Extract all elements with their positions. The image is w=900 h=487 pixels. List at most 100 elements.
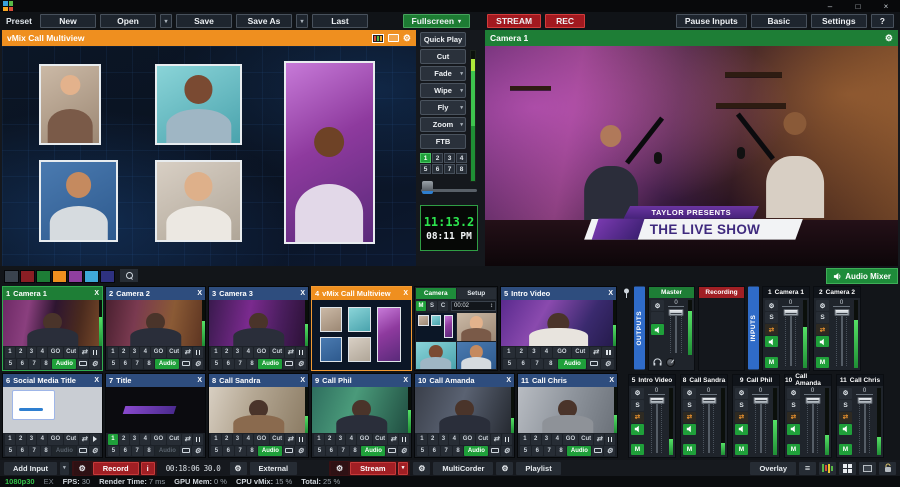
bank-7-button[interactable]: 7 bbox=[338, 446, 349, 457]
channel-bus-routing-icon[interactable]: ⇄ bbox=[816, 324, 829, 335]
help-button[interactable]: ? bbox=[871, 14, 894, 28]
input-header[interactable]: 7 Title X bbox=[106, 374, 205, 387]
bank-7-button[interactable]: 7 bbox=[132, 446, 143, 457]
input-thumbnail[interactable] bbox=[209, 300, 308, 346]
fly-button[interactable]: Fly▾ bbox=[420, 100, 466, 115]
bank-8-button[interactable]: 8 bbox=[350, 446, 361, 457]
pause-inputs-button[interactable]: Pause Inputs bbox=[676, 14, 747, 28]
fullscreen-preview-icon[interactable] bbox=[180, 446, 191, 457]
go-button[interactable]: GO bbox=[553, 347, 570, 358]
overlay-2-button[interactable]: 2 bbox=[16, 434, 26, 445]
cut-button[interactable]: Cut bbox=[420, 49, 466, 64]
program-header[interactable]: Camera 1 ⚙ bbox=[485, 30, 898, 46]
call-setup-tab[interactable]: Setup bbox=[457, 288, 497, 299]
input-close-button[interactable]: X bbox=[94, 377, 99, 384]
channel-speaker-icon[interactable] bbox=[839, 424, 852, 435]
overlay-1-button[interactable]: 1 bbox=[503, 347, 515, 358]
audio-toggle-button[interactable]: Audio bbox=[258, 359, 282, 370]
audio-levels-icon[interactable] bbox=[819, 462, 836, 475]
category-color-tab[interactable] bbox=[20, 270, 35, 283]
category-color-tab[interactable] bbox=[84, 270, 99, 283]
fullscreen-button[interactable]: Fullscreen▾ bbox=[403, 14, 471, 28]
channel-solo-button[interactable]: S bbox=[735, 400, 748, 411]
ftb-button[interactable]: FTB bbox=[420, 134, 466, 149]
bank-6-button[interactable]: 6 bbox=[17, 446, 28, 457]
channel-solo-button[interactable]: S bbox=[839, 400, 852, 411]
input-close-button[interactable]: X bbox=[197, 290, 202, 297]
bank-8-button[interactable]: 8 bbox=[556, 446, 567, 457]
quick-play-button[interactable]: Quick Play bbox=[420, 32, 466, 47]
swap-icon[interactable]: ⇄ bbox=[285, 434, 295, 445]
channel-settings-gear-icon[interactable]: ⚙ bbox=[787, 388, 800, 399]
stinger-button[interactable]: 5 bbox=[420, 164, 431, 174]
fullscreen-preview-icon[interactable] bbox=[180, 359, 191, 370]
overlay-2-button[interactable]: 2 bbox=[428, 434, 438, 445]
input-settings-gear-icon[interactable]: ⚙ bbox=[192, 446, 203, 457]
lock-icon[interactable] bbox=[879, 462, 896, 475]
play-pause-button[interactable] bbox=[90, 434, 100, 445]
input-close-button[interactable]: X bbox=[94, 290, 99, 297]
overlay-4-button[interactable]: 4 bbox=[541, 347, 553, 358]
playlist-settings-gear-icon[interactable]: ⚙ bbox=[496, 462, 513, 475]
save-as-dropdown-caret-icon[interactable]: ▾ bbox=[296, 14, 308, 28]
stinger-button[interactable]: 4 bbox=[456, 153, 467, 163]
save-button[interactable]: Save bbox=[176, 14, 232, 28]
fullscreen-preview-icon[interactable] bbox=[283, 446, 294, 457]
record-settings-gear-icon[interactable]: ⚙ bbox=[74, 462, 91, 475]
channel-mute-button[interactable]: M bbox=[631, 444, 644, 455]
fullscreen-preview-icon[interactable] bbox=[77, 359, 88, 370]
stinger-button[interactable]: 6 bbox=[432, 164, 443, 174]
play-pause-button[interactable] bbox=[502, 434, 512, 445]
input-thumbnail[interactable] bbox=[3, 387, 102, 433]
swap-icon[interactable]: ⇄ bbox=[590, 347, 602, 358]
overlay-1-button[interactable]: 1 bbox=[108, 347, 118, 358]
input-thumbnail[interactable] bbox=[106, 387, 205, 433]
maximize-button[interactable]: □ bbox=[844, 0, 872, 12]
stream-button[interactable]: Stream bbox=[350, 462, 395, 475]
overlay-3-button[interactable]: 3 bbox=[542, 434, 552, 445]
go-button[interactable]: GO bbox=[254, 434, 269, 445]
program-gear-icon[interactable]: ⚙ bbox=[885, 33, 893, 44]
fullscreen-preview-icon[interactable] bbox=[283, 359, 294, 370]
bank-5-button[interactable]: 5 bbox=[417, 446, 428, 457]
wipe-caret-icon[interactable]: ▾ bbox=[460, 88, 463, 94]
settings-button[interactable]: Settings bbox=[811, 14, 867, 28]
overlay-2-button[interactable]: 2 bbox=[16, 347, 26, 358]
input-settings-gear-icon[interactable]: ⚙ bbox=[295, 446, 306, 457]
channel-fader[interactable]: 0 bbox=[750, 388, 771, 456]
play-pause-button[interactable] bbox=[399, 434, 409, 445]
call-camera-tab[interactable]: Camera bbox=[416, 288, 456, 299]
go-button[interactable]: GO bbox=[563, 434, 578, 445]
channel-fader[interactable]: 0 bbox=[802, 388, 823, 456]
input-cell[interactable]: 5 Intro Video X 1 2 3 4 GO Cut ⇄ 5 6 7 bbox=[500, 286, 617, 371]
channel-solo-button[interactable]: S bbox=[816, 312, 829, 323]
play-pause-button[interactable] bbox=[193, 347, 203, 358]
cut-button[interactable]: Cut bbox=[270, 434, 285, 445]
swap-icon[interactable]: ⇄ bbox=[388, 434, 398, 445]
channel-solo-button[interactable]: S bbox=[765, 312, 778, 323]
channel-solo-button[interactable]: S bbox=[631, 400, 644, 411]
input-header[interactable]: 10 Call Amanda X bbox=[415, 374, 514, 387]
bank-8-button[interactable]: 8 bbox=[144, 359, 155, 370]
bank-8-button[interactable]: 8 bbox=[41, 359, 52, 370]
category-color-tab[interactable] bbox=[36, 270, 51, 283]
bank-7-button[interactable]: 7 bbox=[441, 446, 452, 457]
cut-button[interactable]: Cut bbox=[167, 347, 182, 358]
cut-button[interactable]: Cut bbox=[64, 347, 79, 358]
overlay-2-button[interactable]: 2 bbox=[222, 434, 232, 445]
swap-icon[interactable]: ⇄ bbox=[182, 347, 192, 358]
search-button[interactable] bbox=[120, 269, 138, 282]
overlay-3-button[interactable]: 3 bbox=[439, 434, 449, 445]
channel-speaker-icon[interactable] bbox=[683, 424, 696, 435]
bank-5-button[interactable]: 5 bbox=[5, 446, 16, 457]
bank-6-button[interactable]: 6 bbox=[223, 446, 234, 457]
input-thumbnail[interactable] bbox=[106, 300, 205, 346]
channel-bus-routing-icon[interactable]: ⇄ bbox=[683, 412, 696, 423]
channel-speaker-icon[interactable] bbox=[631, 424, 644, 435]
bank-7-button[interactable]: 7 bbox=[544, 446, 555, 457]
input-cell[interactable]: 4 vMix Call Multiview X bbox=[311, 286, 412, 371]
channel-fader[interactable]: 0 bbox=[646, 388, 667, 456]
save-as-button[interactable]: Save As bbox=[236, 14, 292, 28]
input-cell[interactable]: 2 Camera 2 X 1 2 3 4 GO Cut ⇄ 5 6 7 bbox=[105, 286, 206, 371]
play-pause-button[interactable] bbox=[296, 434, 306, 445]
